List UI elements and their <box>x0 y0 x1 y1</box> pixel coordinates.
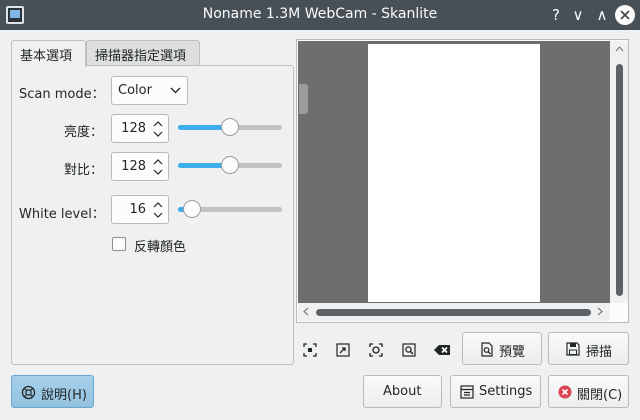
zoom-fit-selection-icon[interactable] <box>302 342 318 358</box>
spin-arrows-icon[interactable] <box>153 119 163 139</box>
title-bar: Noname 1.3M WebCam - Skanlite ? ∨ ∧ <box>0 0 640 30</box>
horizontal-scrollbar[interactable] <box>298 303 610 321</box>
window-title: Noname 1.3M WebCam - Skanlite <box>202 6 438 22</box>
close-window-icon[interactable] <box>615 5 635 25</box>
scan-mode-select[interactable]: Color <box>111 76 188 105</box>
close-icon <box>558 385 572 399</box>
about-button-label: About <box>383 384 422 399</box>
slider-handle[interactable] <box>221 118 239 136</box>
scan-button[interactable]: 掃描 <box>548 332 629 365</box>
minimize-icon[interactable]: ∨ <box>567 4 589 26</box>
invert-colors-label[interactable]: 反轉顏色 <box>134 236 186 255</box>
chevron-down-icon <box>170 87 181 94</box>
contrast-label: 對比： <box>63 163 103 178</box>
clear-selection-icon[interactable] <box>433 342 451 358</box>
tab-scanner-specific-options-label: 掃描器指定選項 <box>95 49 187 64</box>
save-icon <box>566 342 580 356</box>
slider-handle[interactable] <box>183 200 202 218</box>
help-icon[interactable]: ? <box>545 4 567 26</box>
help-button[interactable]: 說明(H) <box>11 375 94 408</box>
maximize-icon[interactable]: ∧ <box>591 4 613 26</box>
preview-button-label: 預覽 <box>499 345 526 360</box>
help-lifebuoy-icon <box>21 385 36 400</box>
white-level-slider[interactable] <box>178 199 282 219</box>
zoom-icon[interactable] <box>401 342 417 358</box>
tab-scanner-specific-options[interactable]: 掃描器指定選項 <box>86 40 200 66</box>
white-level-value: 16 <box>129 202 146 217</box>
side-panel-handle[interactable] <box>299 84 308 114</box>
scroll-up-icon[interactable] <box>615 44 624 55</box>
scroll-left-icon[interactable] <box>303 307 309 319</box>
horizontal-scroll-thumb[interactable] <box>316 309 591 316</box>
close-button[interactable]: 關閉(C) <box>548 375 629 408</box>
close-button-label: 關閉(C) <box>577 388 623 403</box>
scan-mode-value: Color <box>118 83 152 98</box>
about-button[interactable]: About <box>363 375 442 408</box>
preview-button[interactable]: 預覽 <box>462 332 542 365</box>
settings-button[interactable]: Settings <box>450 375 541 408</box>
contrast-spinbox[interactable]: 128 <box>111 152 169 181</box>
contrast-slider[interactable] <box>178 155 282 175</box>
invert-colors-checkbox[interactable] <box>112 237 126 251</box>
slider-handle[interactable] <box>221 156 239 174</box>
settings-button-label: Settings <box>479 384 533 399</box>
brightness-slider[interactable] <box>178 117 282 137</box>
brightness-value: 128 <box>121 121 146 136</box>
scroll-right-icon[interactable] <box>597 307 603 319</box>
brightness-label: 亮度： <box>63 125 103 140</box>
help-button-label: 說明(H) <box>41 388 87 403</box>
tab-basic-options[interactable]: 基本選項 <box>11 40 86 67</box>
vertical-scroll-thumb[interactable] <box>616 64 623 296</box>
preview-icon <box>481 342 493 357</box>
zoom-to-selection-icon[interactable] <box>335 342 351 358</box>
vertical-scrollbar[interactable] <box>610 41 628 303</box>
scan-button-label: 掃描 <box>586 345 613 360</box>
spin-arrows-icon[interactable] <box>153 200 163 220</box>
brightness-spinbox[interactable]: 128 <box>111 114 169 143</box>
tab-basic-options-label: 基本選項 <box>20 49 73 64</box>
preview-canvas[interactable] <box>298 41 610 303</box>
preview-page <box>368 44 540 302</box>
scan-mode-label: Scan mode： <box>19 87 105 102</box>
white-level-spinbox[interactable]: 16 <box>111 195 169 224</box>
zoom-fit-icon[interactable] <box>368 342 384 358</box>
preview-area <box>296 39 629 323</box>
settings-icon <box>460 385 474 399</box>
white-level-label: White level： <box>19 207 105 222</box>
spin-arrows-icon[interactable] <box>153 157 163 177</box>
contrast-value: 128 <box>121 159 146 174</box>
